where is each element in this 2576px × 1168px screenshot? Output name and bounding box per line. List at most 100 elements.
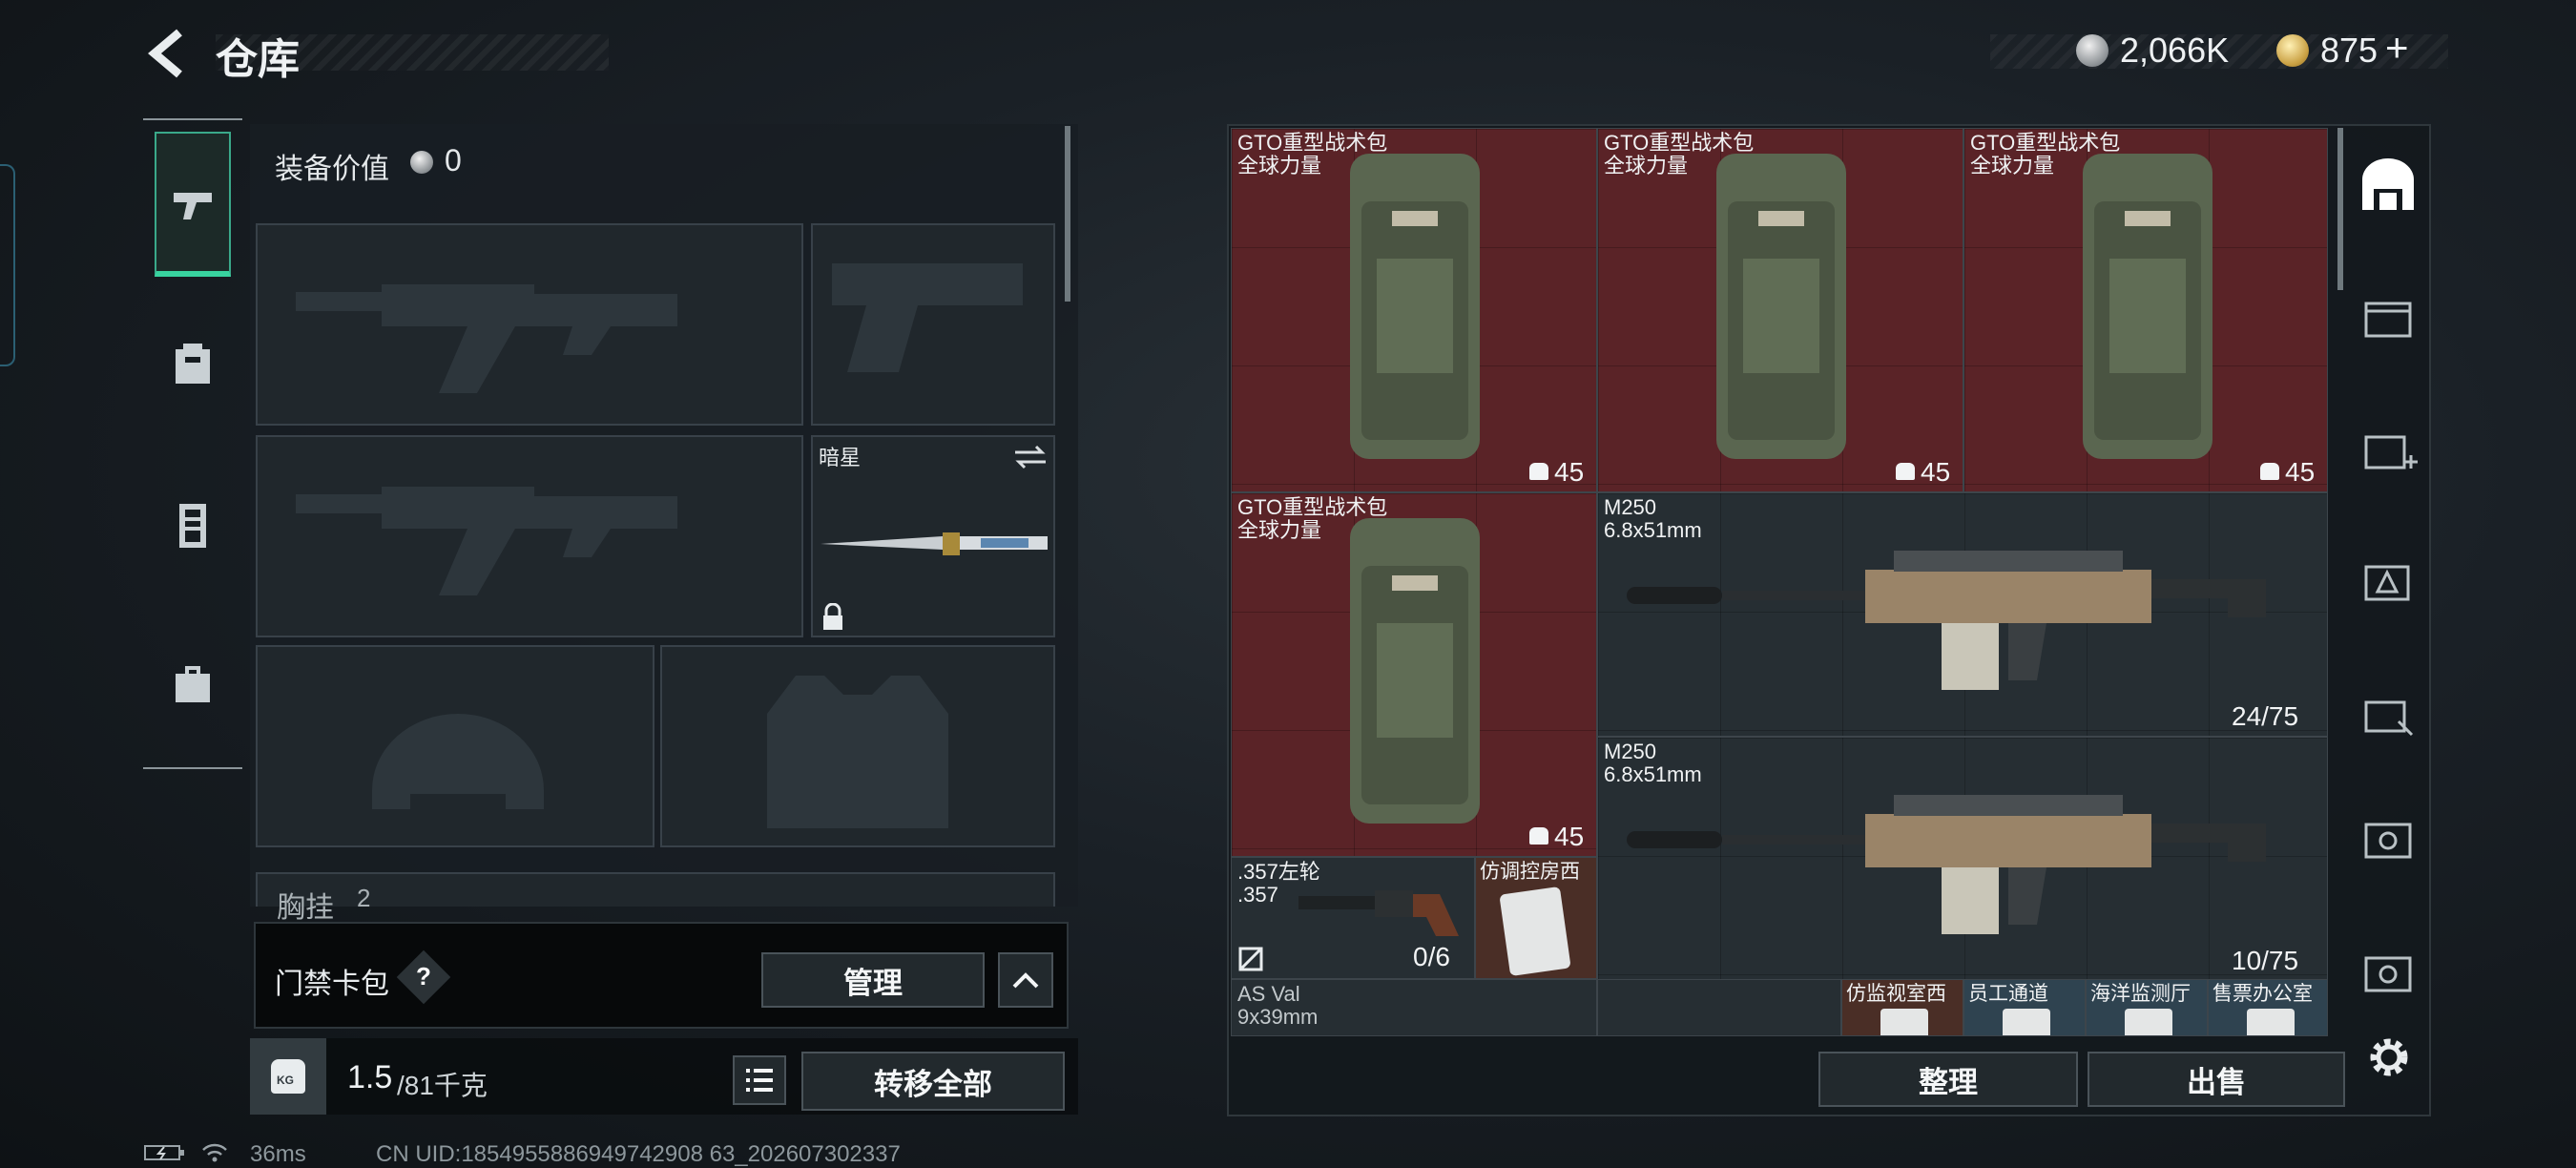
transfer-all-button[interactable]: 转移全部 [801, 1052, 1065, 1111]
stash-icon [2362, 158, 2414, 210]
melee-name: 暗星 [819, 446, 862, 469]
item-name: M250 [1604, 740, 1657, 763]
item-count: 10/75 [2232, 946, 2299, 975]
panel-scrollbar[interactable] [1065, 126, 1070, 302]
primary-weapon-slot[interactable] [256, 223, 803, 426]
item-sub: 6.8x51mm [1604, 762, 1702, 786]
machine-gun-icon [1627, 795, 2266, 934]
kg-tag: KG [277, 1074, 294, 1087]
backpack-icon [1350, 518, 1480, 824]
item-as-val[interactable]: AS Val 9x39mm [1231, 979, 1597, 1036]
swap-icon[interactable] [1011, 441, 1049, 473]
back-button[interactable] [143, 25, 189, 82]
collapse-button[interactable] [998, 952, 1053, 1008]
backpack-icon [2083, 154, 2212, 459]
item-name: GTO重型战术包 [1237, 131, 1388, 155]
kg-weight-icon: KG [250, 1038, 326, 1115]
item-sub: 全球力量 [1237, 518, 1322, 542]
item-m250[interactable]: M250 6.8x51mm 10/75 [1597, 737, 2328, 981]
weight-icon [1529, 463, 1548, 480]
armor-slot[interactable] [660, 645, 1055, 847]
sort-button[interactable]: 整理 [1818, 1052, 2078, 1107]
helmet-slot[interactable] [256, 645, 654, 847]
keycard-label: 门禁卡包 [275, 969, 389, 1000]
stash-grid: GTO重型战术包 全球力量 45 GTO重型战术包 全球力量 45 GTO重型战… [1231, 128, 2328, 1036]
silver-coin-icon [410, 151, 433, 174]
stash-tab-iv-c[interactable] [2353, 937, 2423, 1008]
item-backpack[interactable]: GTO重型战术包 全球力量 45 [1231, 492, 1597, 857]
tab-backpack[interactable] [155, 315, 231, 410]
buy-currency-button[interactable]: + [2385, 25, 2409, 71]
add-box-icon [2364, 435, 2418, 469]
gear-icon [2370, 1038, 2408, 1076]
battery-icon [144, 1145, 184, 1160]
item-keycard[interactable]: 员工通道 [1963, 979, 2086, 1036]
item-count: 0/6 [1413, 942, 1450, 971]
warning-box-icon [2364, 565, 2410, 601]
stash-tab-v[interactable] [2353, 803, 2423, 874]
item-name: GTO重型战术包 [1970, 131, 2121, 155]
stash-tab-iii-b[interactable] [2353, 679, 2423, 750]
melee-slot[interactable]: 暗星 [811, 435, 1055, 637]
tab-weapons[interactable] [155, 132, 231, 277]
item-sub: 全球力量 [1237, 154, 1322, 177]
stash-tab-iv-b[interactable] [2353, 416, 2423, 487]
item-name: 仿监视室西 [1846, 983, 1946, 1005]
weight-icon [1529, 827, 1548, 845]
item-backpack[interactable]: GTO重型战术包 全球力量 45 [1597, 128, 1963, 492]
item-name: GTO重型战术包 [1237, 495, 1388, 519]
tab-vest[interactable] [155, 477, 231, 573]
left-edge-bracket [0, 164, 15, 366]
item-keycard[interactable]: 售票办公室 [2208, 979, 2328, 1036]
item-revolver[interactable]: .357左轮 .357 0/6 [1231, 857, 1475, 979]
backpack-icon [1350, 154, 1480, 459]
currency-gold-value: 875 [2320, 31, 2379, 70]
item-keycard[interactable]: 仿监视室西 [1841, 979, 1963, 1036]
item-count: 45 [1921, 457, 1951, 487]
weight-bar: KG 1.5 /81千克 转移全部 [250, 1038, 1078, 1115]
back-arrow-icon [148, 29, 182, 78]
item-count: 45 [1554, 457, 1585, 487]
gold-coin-icon [2276, 34, 2309, 67]
pistol-icon [174, 193, 212, 219]
stash-tab-main[interactable] [2353, 153, 2423, 229]
backpack-icon [1716, 154, 1846, 459]
empty-cell[interactable] [1597, 979, 1841, 1036]
item-name: 仿调控房西 [1480, 861, 1580, 883]
weight-icon [1896, 463, 1915, 480]
chest-rig-count: 2 [357, 884, 371, 912]
keycard-icon [1499, 886, 1571, 977]
secondary-weapon-slot[interactable] [256, 435, 803, 637]
sidearm-slot[interactable] [811, 223, 1055, 426]
item-count: 24/75 [2232, 701, 2299, 731]
item-name: 海洋监测厅 [2090, 983, 2191, 1005]
no-ammo-icon [1238, 947, 1263, 971]
item-name: M250 [1604, 495, 1657, 519]
tab-toolbox[interactable] [155, 636, 231, 731]
item-keycard[interactable]: 海洋监测厅 [2086, 979, 2208, 1036]
stash-scrollbar[interactable] [2337, 128, 2343, 290]
item-name: GTO重型战术包 [1604, 131, 1755, 155]
uid-text: CN UID:1854955886949742908 63_2026073023… [376, 1141, 901, 1167]
stash-tab-iv-a[interactable] [2353, 282, 2423, 353]
item-backpack[interactable]: GTO重型战术包 全球力量 45 [1231, 128, 1597, 492]
chest-rig-slot[interactable]: 胸挂 2 [256, 872, 1055, 924]
ping-text: 36ms [250, 1141, 306, 1167]
rifle-placeholder-icon [296, 284, 677, 393]
stash-tab-iii-a[interactable] [2353, 546, 2423, 616]
armor-placeholder-icon [767, 676, 948, 828]
settings-button[interactable] [2364, 1032, 2414, 1082]
equip-value-label: 装备价值 [275, 154, 389, 185]
list-view-button[interactable] [733, 1055, 786, 1105]
safe-icon [2364, 956, 2412, 992]
currency-silver-value: 2,066K [2120, 31, 2230, 70]
item-name: .357左轮 [1237, 860, 1320, 884]
item-backpack[interactable]: GTO重型战术包 全球力量 45 [1963, 128, 2328, 492]
item-name: 员工通道 [1968, 983, 2048, 1005]
manage-button[interactable]: 管理 [761, 952, 985, 1008]
silver-coin-icon [2076, 34, 2109, 67]
item-keycard[interactable]: 仿调控房西 [1475, 857, 1597, 979]
revolver-icon [1298, 890, 1459, 936]
item-m250[interactable]: M250 6.8x51mm 24/75 [1597, 492, 2328, 737]
sell-button[interactable]: 出售 [2088, 1052, 2345, 1107]
